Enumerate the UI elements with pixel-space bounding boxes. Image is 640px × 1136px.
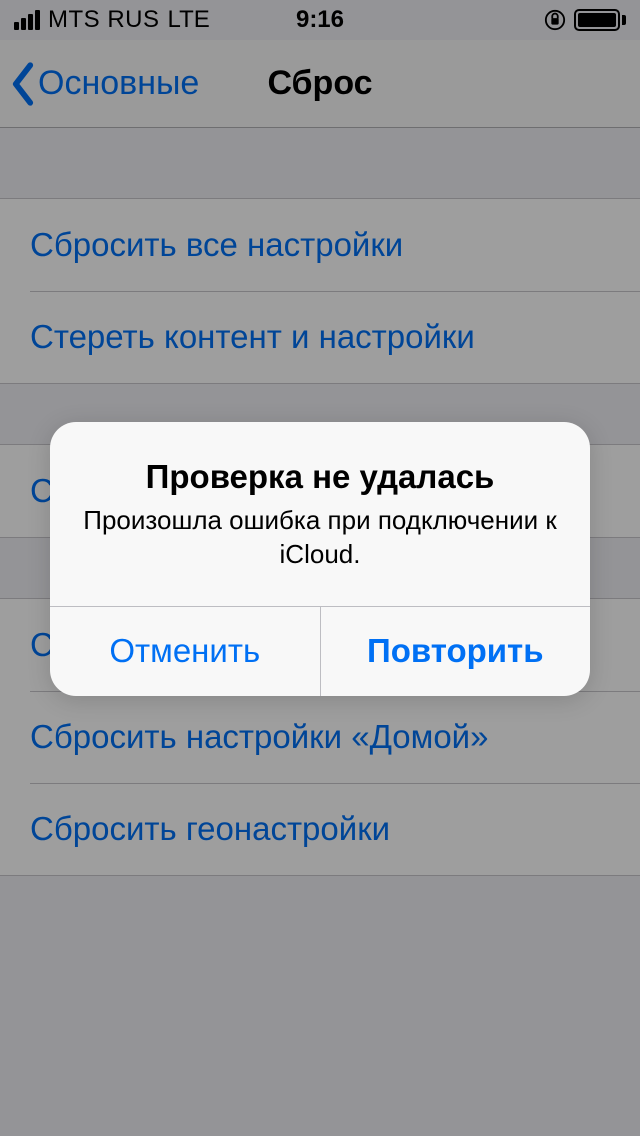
alert-retry-button[interactable]: Повторить [320, 607, 591, 696]
alert-cancel-button[interactable]: Отменить [50, 607, 320, 696]
alert-dialog: Проверка не удалась Произошла ошибка при… [50, 422, 590, 696]
alert-message: Произошла ошибка при подключении к iClou… [78, 504, 562, 572]
alert-title: Проверка не удалась [78, 458, 562, 496]
